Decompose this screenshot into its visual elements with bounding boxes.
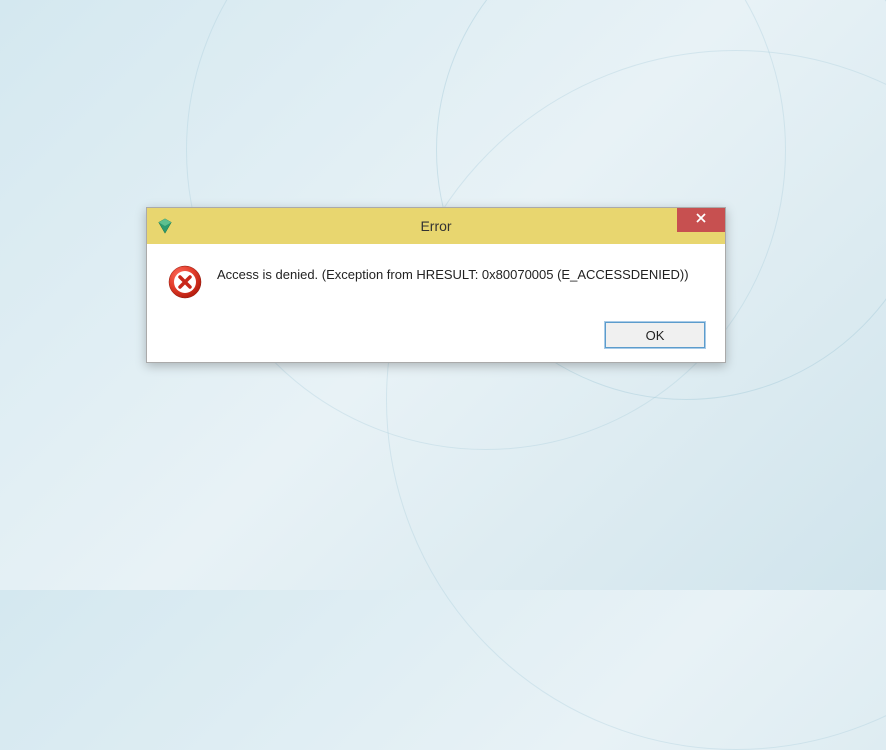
app-icon xyxy=(155,216,175,236)
error-message: Access is denied. (Exception from HRESUL… xyxy=(217,264,689,284)
close-icon xyxy=(695,211,707,229)
dialog-body: Access is denied. (Exception from HRESUL… xyxy=(147,244,725,362)
ok-button[interactable]: OK xyxy=(605,322,705,348)
error-dialog: Error xyxy=(146,207,726,363)
dialog-title: Error xyxy=(420,218,451,234)
close-button[interactable] xyxy=(677,208,725,232)
error-icon xyxy=(167,264,203,300)
dialog-titlebar[interactable]: Error xyxy=(147,208,725,244)
dialog-button-row: OK xyxy=(167,322,705,348)
dialog-content-row: Access is denied. (Exception from HRESUL… xyxy=(167,264,705,300)
